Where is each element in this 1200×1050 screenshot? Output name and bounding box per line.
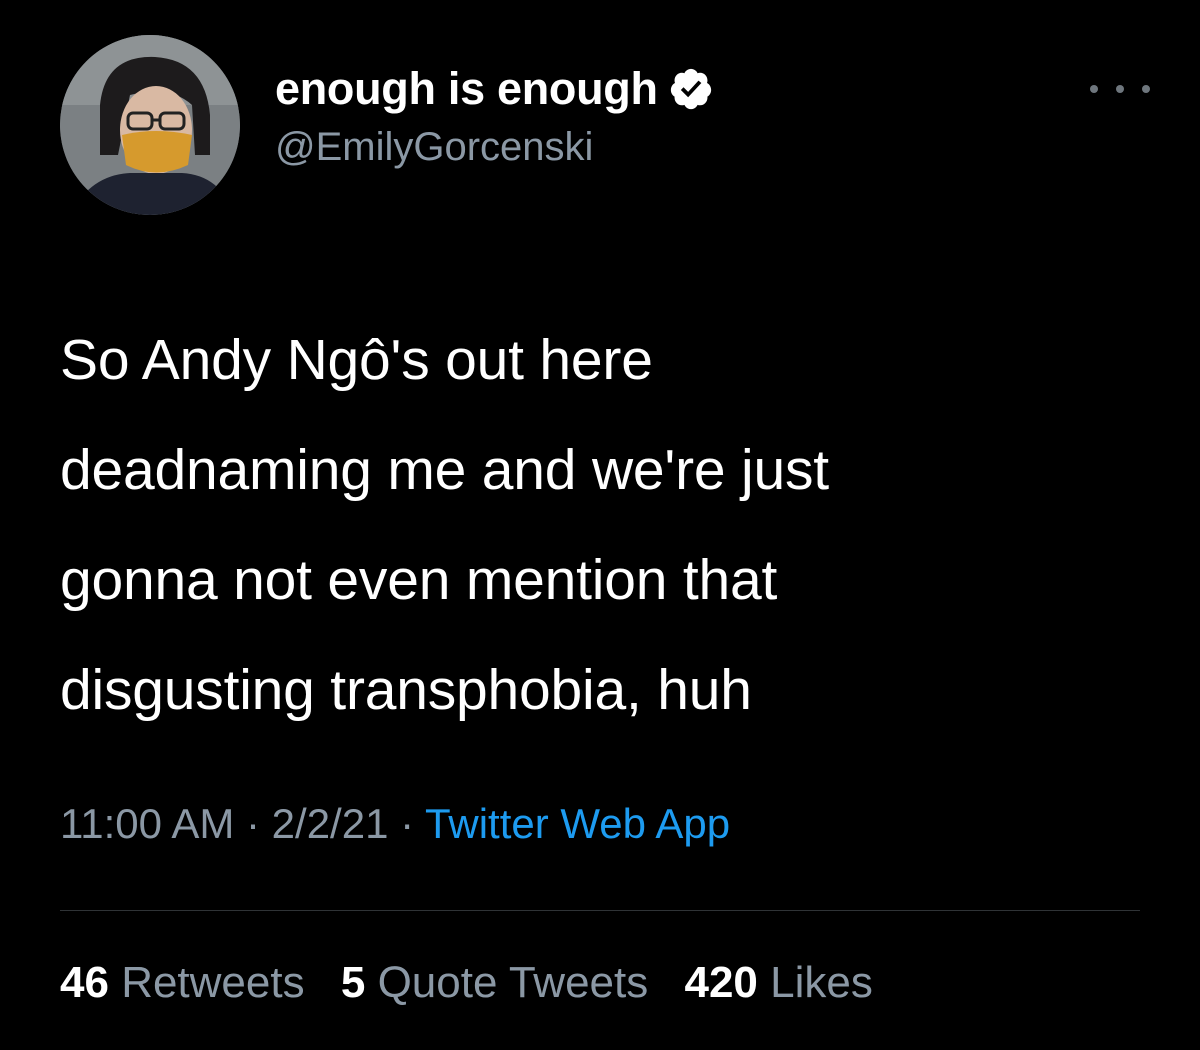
author-names: enough is enough @EmilyGorcenski: [275, 61, 714, 170]
retweets-stat[interactable]: 46 Retweets: [60, 958, 305, 1008]
retweets-count: 46: [60, 958, 109, 1007]
display-name[interactable]: enough is enough: [275, 63, 658, 115]
tweet-date[interactable]: 2/2/21: [272, 800, 389, 847]
dot: [1142, 85, 1150, 93]
tweet-meta: 11:00 AM · 2/2/21 · Twitter Web App: [60, 800, 730, 848]
tweet-text-line: gonna not even mention that: [60, 548, 778, 612]
likes-stat[interactable]: 420 Likes: [684, 958, 872, 1008]
avatar[interactable]: [60, 35, 240, 215]
meta-separator: ·: [234, 800, 272, 847]
avatar-photo: [60, 35, 240, 215]
display-name-row: enough is enough: [275, 61, 714, 117]
tweet-stats: 46 Retweets 5 Quote Tweets 420 Likes: [60, 958, 897, 1008]
tweet-text-line: So Andy Ngô's out here: [60, 328, 653, 392]
more-options-icon[interactable]: [1090, 79, 1150, 99]
likes-label: Likes: [770, 958, 873, 1007]
quote-tweets-count: 5: [340, 958, 366, 1007]
dot: [1090, 85, 1098, 93]
author-handle[interactable]: @EmilyGorcenski: [275, 125, 714, 170]
dot: [1116, 85, 1124, 93]
meta-separator: ·: [388, 800, 426, 847]
tweet-text-line: disgusting transphobia, huh: [60, 658, 752, 722]
quote-tweets-stat[interactable]: 5 Quote Tweets: [341, 958, 648, 1008]
likes-count: 420: [684, 958, 758, 1007]
quote-tweets-label: Quote Tweets: [377, 958, 649, 1007]
tweet-header: enough is enough @EmilyGorcenski: [60, 35, 1150, 215]
tweet-text-line: deadnaming me and we're just: [60, 438, 829, 502]
divider: [60, 910, 1140, 911]
verified-badge-icon: [668, 66, 714, 112]
tweet-text: So Andy Ngô's out here deadnaming me and…: [60, 305, 1150, 745]
tweet-source-link[interactable]: Twitter Web App: [425, 800, 730, 847]
tweet-card: enough is enough @EmilyGorcenski So Andy…: [0, 0, 1200, 1050]
retweets-label: Retweets: [121, 958, 305, 1007]
tweet-time[interactable]: 11:00 AM: [60, 800, 234, 847]
